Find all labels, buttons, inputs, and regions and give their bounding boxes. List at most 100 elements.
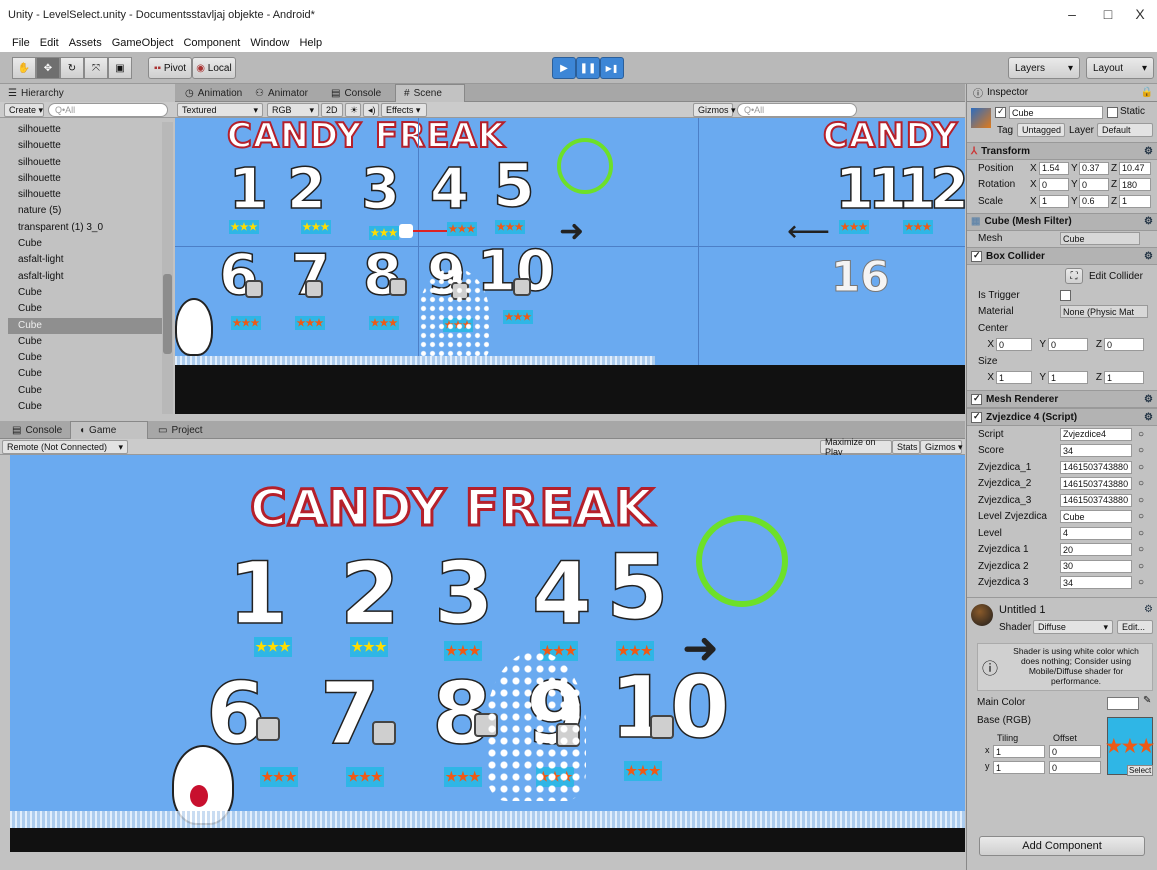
tab-animation[interactable]: ◷ Animation bbox=[177, 84, 250, 102]
scene-view[interactable]: CANDY FREAK CANDY 1 2 3 4 5 ★★★ ★★★ ★★★ … bbox=[175, 118, 965, 365]
hierarchy-item[interactable]: Cube bbox=[8, 366, 162, 382]
level-number[interactable]: 5 bbox=[492, 155, 535, 217]
menu-gameobject[interactable]: GameObject bbox=[112, 37, 174, 49]
hierarchy-item[interactable]: silhouette bbox=[8, 138, 162, 154]
transform-header[interactable]: ⅄ Transform ⚙ bbox=[967, 142, 1157, 160]
effects-dropdown[interactable]: Effects ▾ bbox=[381, 103, 427, 117]
scrollbar-thumb[interactable] bbox=[163, 274, 172, 354]
hierarchy-item[interactable]: silhouette bbox=[8, 155, 162, 171]
hierarchy-item[interactable]: Cube bbox=[8, 236, 162, 252]
gear-icon[interactable]: ⚙ bbox=[1144, 412, 1153, 423]
box-collider-enabled-checkbox[interactable] bbox=[971, 250, 982, 262]
script-field-value[interactable]: 4 bbox=[1060, 526, 1132, 540]
position-z-field[interactable]: 10.47 bbox=[1119, 161, 1151, 175]
pivot-toggle[interactable]: ▪▪ Pivot bbox=[148, 57, 192, 79]
hierarchy-item[interactable]: Cube bbox=[8, 301, 162, 317]
level-number[interactable]: 2 bbox=[339, 550, 400, 638]
rect-tool-icon[interactable]: ▣ bbox=[108, 57, 132, 79]
object-picker-icon[interactable]: ○ bbox=[1132, 544, 1144, 555]
script-field-value[interactable]: Zvjezdice4 bbox=[1060, 427, 1132, 441]
level-number[interactable]: 2 bbox=[286, 161, 326, 219]
hierarchy-item[interactable]: silhouette bbox=[8, 187, 162, 203]
object-picker-icon[interactable]: ○ bbox=[1132, 561, 1144, 572]
mesh-renderer-enabled-checkbox[interactable] bbox=[971, 393, 982, 405]
next-arrow-icon[interactable]: ➜ bbox=[559, 214, 584, 249]
menu-window[interactable]: Window bbox=[250, 37, 289, 49]
size-y-field[interactable]: 1 bbox=[1048, 371, 1088, 385]
object-picker-icon[interactable]: ○ bbox=[1132, 445, 1144, 456]
tab-console[interactable]: ▤ Console bbox=[323, 84, 389, 102]
hierarchy-item[interactable]: Cube bbox=[8, 399, 162, 414]
script-field-value[interactable]: 34 bbox=[1060, 444, 1132, 458]
object-name-field[interactable]: Cube bbox=[1009, 106, 1103, 119]
hierarchy-item[interactable]: silhouette bbox=[8, 171, 162, 187]
level-number[interactable]: 4 bbox=[429, 161, 469, 219]
pause-button[interactable]: ❚❚ bbox=[576, 57, 600, 79]
active-checkbox[interactable] bbox=[995, 107, 1006, 118]
tiling-x-field[interactable]: 1 bbox=[993, 745, 1045, 758]
lock-icon[interactable]: 🔒 bbox=[1141, 87, 1153, 98]
menu-component[interactable]: Component bbox=[183, 37, 240, 49]
scale-y-field[interactable]: 0.6 bbox=[1079, 194, 1109, 208]
box-collider-header[interactable]: Box Collider ⚙ bbox=[967, 247, 1157, 265]
rgb-dropdown[interactable]: RGB ▾ bbox=[267, 103, 319, 117]
level-number[interactable]: 4 bbox=[531, 550, 592, 638]
mesh-field[interactable]: Cube bbox=[1060, 232, 1140, 246]
offset-y-field[interactable]: 0 bbox=[1049, 761, 1101, 774]
script-field-value[interactable]: 1461503743880 bbox=[1060, 477, 1132, 491]
layer-dropdown[interactable]: Default bbox=[1097, 123, 1153, 137]
level-number[interactable]: 3 bbox=[360, 161, 400, 219]
tab-project[interactable]: ▭ Project bbox=[150, 421, 211, 439]
material-field[interactable]: None (Physic Mat bbox=[1060, 305, 1148, 319]
menu-edit[interactable]: Edit bbox=[40, 37, 59, 49]
script-field-value[interactable]: 34 bbox=[1060, 576, 1132, 590]
close-button[interactable]: X bbox=[1130, 6, 1150, 22]
gear-icon[interactable]: ⚙ bbox=[1144, 604, 1153, 615]
hierarchy-item[interactable]: Cube bbox=[8, 334, 162, 350]
script-field-value[interactable]: 1461503743880 bbox=[1060, 493, 1132, 507]
step-button[interactable]: ▶❚ bbox=[600, 57, 624, 79]
layers-dropdown[interactable]: Layers ▾ bbox=[1008, 57, 1080, 79]
remote-dropdown[interactable]: Remote (Not Connected) ▾ bbox=[2, 440, 128, 454]
game-view[interactable]: CANDY FREAK 1 2 3 4 5 ★★★ ★★★ ★★★ ★★★ ★★… bbox=[10, 455, 965, 828]
center-y-field[interactable]: 0 bbox=[1048, 338, 1088, 352]
hierarchy-item[interactable]: nature (5) bbox=[8, 203, 162, 219]
gear-icon[interactable]: ⚙ bbox=[1144, 394, 1153, 405]
level-number[interactable]: 16 bbox=[830, 255, 889, 298]
hierarchy-search-input[interactable]: Q•All bbox=[48, 103, 168, 117]
script-field-value[interactable]: 1461503743880 bbox=[1060, 460, 1132, 474]
object-picker-icon[interactable]: ○ bbox=[1132, 511, 1144, 522]
object-picker-icon[interactable]: ○ bbox=[1132, 577, 1144, 588]
tab-animator[interactable]: ⚇ Animator bbox=[247, 84, 316, 102]
level-number[interactable]: 11 bbox=[834, 161, 907, 219]
shader-dropdown[interactable]: Diffuse ▾ bbox=[1033, 620, 1113, 634]
light-icon[interactable]: ☀ bbox=[345, 103, 361, 117]
local-toggle[interactable]: ◉ Local bbox=[192, 57, 236, 79]
move-tool-icon[interactable]: ✥ bbox=[36, 57, 60, 79]
rotation-z-field[interactable]: 180 bbox=[1119, 178, 1151, 192]
center-z-field[interactable]: 0 bbox=[1104, 338, 1144, 352]
level-number[interactable]: 6 bbox=[205, 670, 266, 758]
create-dropdown[interactable]: Create ▾ bbox=[4, 103, 44, 117]
tab-scene[interactable]: # Scene bbox=[395, 84, 465, 102]
mesh-filter-header[interactable]: ▦ Cube (Mesh Filter) ⚙ bbox=[967, 212, 1157, 231]
play-button[interactable]: ▶ bbox=[552, 57, 576, 79]
gear-icon[interactable]: ⚙ bbox=[1144, 216, 1153, 227]
script-field-value[interactable]: 30 bbox=[1060, 559, 1132, 573]
rotate-tool-icon[interactable]: ↻ bbox=[60, 57, 84, 79]
scale-x-field[interactable]: 1 bbox=[1039, 194, 1069, 208]
shader-edit-button[interactable]: Edit... bbox=[1117, 620, 1153, 634]
script-header[interactable]: Zvjezdice 4 (Script) ⚙ bbox=[967, 408, 1157, 426]
hierarchy-item[interactable]: Cube bbox=[8, 350, 162, 366]
back-arrow-icon[interactable]: ⟵ bbox=[787, 214, 830, 249]
level-number[interactable]: 7 bbox=[319, 670, 380, 758]
shading-dropdown[interactable]: Textured ▾ bbox=[177, 103, 263, 117]
object-picker-icon[interactable]: ○ bbox=[1132, 495, 1144, 506]
hierarchy-item[interactable]: transparent (1) 3_0 bbox=[8, 220, 162, 236]
tiling-y-field[interactable]: 1 bbox=[993, 761, 1045, 774]
game-gizmos-dropdown[interactable]: Gizmos ▾ bbox=[920, 440, 963, 454]
object-picker-icon[interactable]: ○ bbox=[1132, 528, 1144, 539]
rotation-x-field[interactable]: 0 bbox=[1039, 178, 1069, 192]
scene-search-input[interactable]: Q•All bbox=[737, 103, 857, 117]
move-gizmo-x-axis[interactable] bbox=[413, 230, 449, 232]
